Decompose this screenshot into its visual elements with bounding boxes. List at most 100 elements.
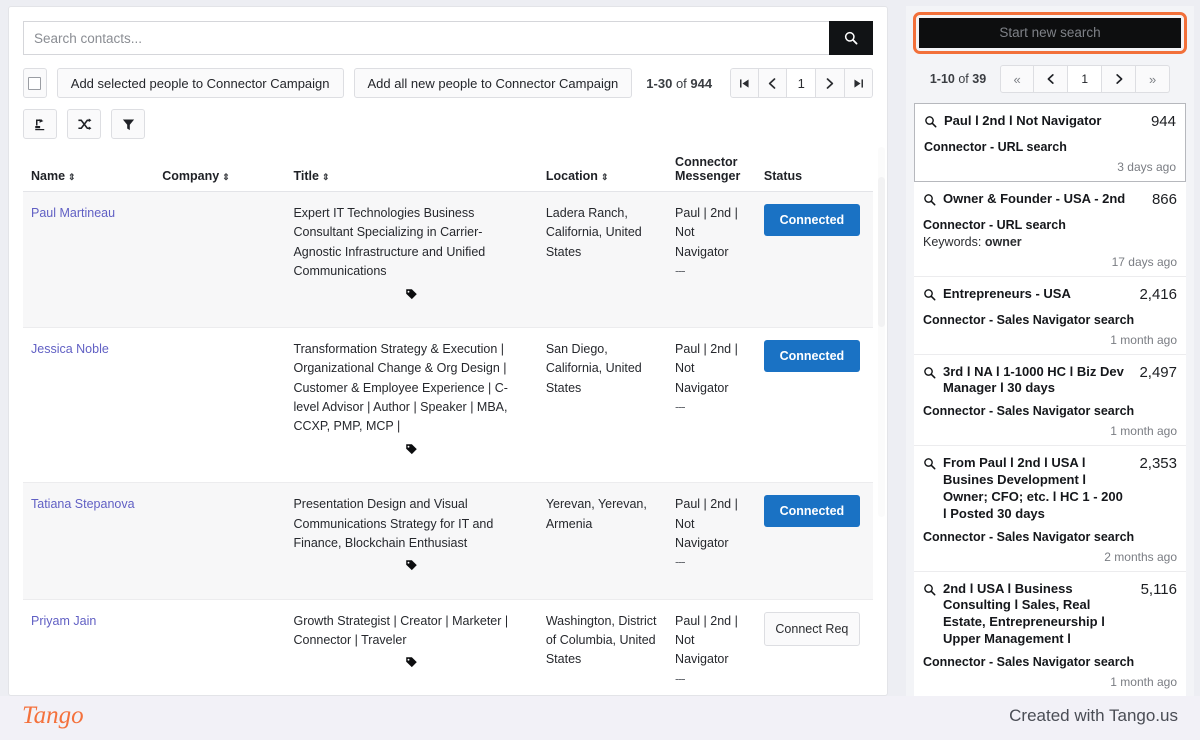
table-row: Paul Martineau Expert IT Technologies Bu…	[23, 191, 873, 328]
cell-status: Connected	[755, 191, 873, 328]
checkbox-box	[28, 76, 42, 90]
saved-search-item[interactable]: 3rd l NA l 1-1000 HC l Biz Dev Manager l…	[914, 354, 1186, 447]
keywords-value: owner	[984, 234, 1022, 249]
saved-search-item[interactable]: 2nd l USA l Business Consulting l Sales,…	[914, 571, 1186, 696]
table-header-row: Name ⇕ Company ⇕ Title ⇕ Location ⇕ Connecto…	[23, 155, 873, 192]
prev-page-icon	[1047, 74, 1054, 84]
sort-arrows-icon: ⇕	[321, 172, 329, 182]
last-page-icon	[854, 78, 863, 88]
sidebar-pagination-next-button[interactable]	[1102, 65, 1137, 93]
saved-search-item[interactable]: From Paul l 2nd l USA l Busines Developm…	[914, 446, 1186, 572]
start-new-search-highlight: Start new search	[913, 12, 1187, 54]
cell-location: Washington, District of Columbia, United…	[537, 599, 668, 695]
status-badge[interactable]: Connect Req	[763, 611, 860, 646]
cell-location: Ladera Ranch, California, United States	[537, 191, 668, 328]
saved-search-item[interactable]: Owner & Founder - USA - 2nd 866 Connecto…	[914, 181, 1186, 277]
range-total: 944	[690, 75, 713, 91]
status-badge[interactable]: Connected	[763, 204, 860, 236]
cell-status: Connected	[755, 482, 873, 600]
saved-search-time: 17 days ago	[1111, 254, 1177, 269]
title-text: Transformation Strategy & Execution | Or…	[293, 341, 508, 434]
cell-title: Growth Strategist | Creator | Marketer |…	[285, 599, 538, 695]
add-selected-people-button[interactable]: Add selected people to Connector Campaig…	[56, 68, 344, 98]
pagination-first-button[interactable]	[730, 68, 759, 98]
shuffle-button[interactable]	[67, 109, 101, 139]
header-label: Connector Messenger	[675, 155, 741, 183]
cell-company	[154, 482, 286, 600]
column-header-company[interactable]: Company ⇕	[154, 155, 286, 192]
filter-button[interactable]	[111, 109, 145, 139]
header-label: Status	[763, 169, 803, 183]
pagination-next-button[interactable]	[815, 68, 845, 98]
search-input[interactable]	[23, 21, 829, 55]
saved-search-title: Owner & Founder - USA - 2nd	[943, 190, 1126, 206]
range-separator: of	[672, 75, 691, 91]
main-pagination: 1	[730, 68, 873, 98]
header-label: Title	[293, 169, 319, 183]
messenger-text: Paul | 2nd | Not Navigator	[675, 497, 738, 550]
sidebar-range-separator: of	[954, 72, 973, 86]
sort-arrows-icon: ⇕	[600, 172, 608, 182]
tag-icon	[406, 560, 417, 571]
search-bar	[23, 21, 873, 55]
add-all-new-people-button[interactable]: Add all new people to Connector Campaign	[353, 68, 633, 98]
tango-logo: Tango	[22, 702, 84, 729]
tag-icon	[406, 657, 417, 668]
status-badge[interactable]: Connected	[763, 495, 860, 528]
column-header-location[interactable]: Location ⇕	[537, 155, 668, 192]
cell-name: Tatiana Stepanova	[23, 482, 155, 600]
sidebar-pagination-last-button[interactable]: »	[1136, 65, 1171, 93]
cell-title: Transformation Strategy & Execution | Or…	[285, 327, 538, 484]
cell-status: Connect Req	[755, 599, 873, 695]
sidebar-pagination-current-page[interactable]: 1	[1068, 65, 1103, 93]
messenger-text: Paul | 2nd | Not Navigator	[675, 341, 738, 395]
saved-search-time: 1 month ago	[1110, 675, 1177, 690]
cell-messenger: Paul | 2nd | Not Navigator ---	[667, 327, 756, 484]
title-text: Growth Strategist | Creator | Marketer |…	[293, 613, 509, 647]
saved-search-title: Entrepreneurs - USA	[943, 285, 1071, 301]
table-row: Tatiana Stepanova Presentation Design an…	[23, 482, 873, 600]
start-new-search-button[interactable]: Start new search	[919, 18, 1181, 48]
contact-name-link[interactable]: Priyam Jain	[31, 614, 96, 628]
saved-search-count: 5,116	[1140, 580, 1177, 598]
cell-company	[154, 191, 286, 328]
search-icon	[844, 31, 858, 45]
scrollbar-thumb[interactable]	[878, 177, 885, 327]
range-current: 1-30	[646, 75, 673, 91]
messenger-text: Paul | 2nd | Not Navigator	[675, 206, 738, 259]
cell-messenger: Paul | 2nd | Not Navigator ---	[667, 191, 756, 328]
status-badge[interactable]: Connected	[763, 339, 860, 372]
saved-search-title: Paul l 2nd l Not Navigator	[944, 113, 1102, 128]
next-page-icon	[1115, 74, 1123, 84]
saved-search-item[interactable]: Paul l 2nd l Not Navigator 944 Connector…	[914, 103, 1186, 182]
pagination-current-page[interactable]: 1	[787, 68, 816, 98]
select-all-checkbox[interactable]	[23, 68, 47, 98]
sidebar-pagination-prev-button[interactable]	[1034, 65, 1069, 93]
saved-search-item[interactable]: Entrepreneurs - USA 2,416 Connector - Sa…	[914, 276, 1186, 355]
pagination-last-button[interactable]	[844, 68, 873, 98]
saved-search-keywords: Keywords: owner	[923, 234, 1177, 251]
contact-name-link[interactable]: Tatiana Stepanova	[31, 497, 135, 511]
saved-search-time: 1 month ago	[1110, 424, 1177, 439]
column-header-name[interactable]: Name ⇕	[23, 155, 155, 192]
search-submit-button[interactable]	[829, 21, 873, 55]
main-panel-scrollbar[interactable]	[878, 147, 885, 517]
cell-title: Expert IT Technologies Business Consulta…	[285, 191, 538, 328]
sidebar-results-range: 1-10 of 39	[930, 72, 986, 86]
sort-arrows-icon: ⇕	[68, 172, 75, 182]
messenger-sub: ---	[675, 555, 685, 570]
saved-search-list: Paul l 2nd l Not Navigator 944 Connector…	[914, 103, 1186, 696]
pagination-prev-button[interactable]	[758, 68, 788, 98]
export-button[interactable]	[23, 109, 57, 139]
export-icon	[34, 118, 44, 130]
contact-name-link[interactable]: Paul Martineau	[31, 206, 115, 220]
results-range: 1-30 of 944	[646, 76, 712, 91]
tango-footer: Tango Created with Tango.us	[0, 696, 1200, 740]
saved-search-count: 2,497	[1139, 363, 1177, 381]
contact-name-link[interactable]: Jessica Noble	[31, 342, 109, 356]
saved-search-time: 2 months ago	[1104, 549, 1177, 564]
column-header-title[interactable]: Title ⇕	[285, 155, 538, 192]
sidebar-pagination-first-button[interactable]: «	[1000, 65, 1035, 93]
header-label: Name	[31, 169, 66, 183]
tag-icon	[406, 288, 417, 299]
